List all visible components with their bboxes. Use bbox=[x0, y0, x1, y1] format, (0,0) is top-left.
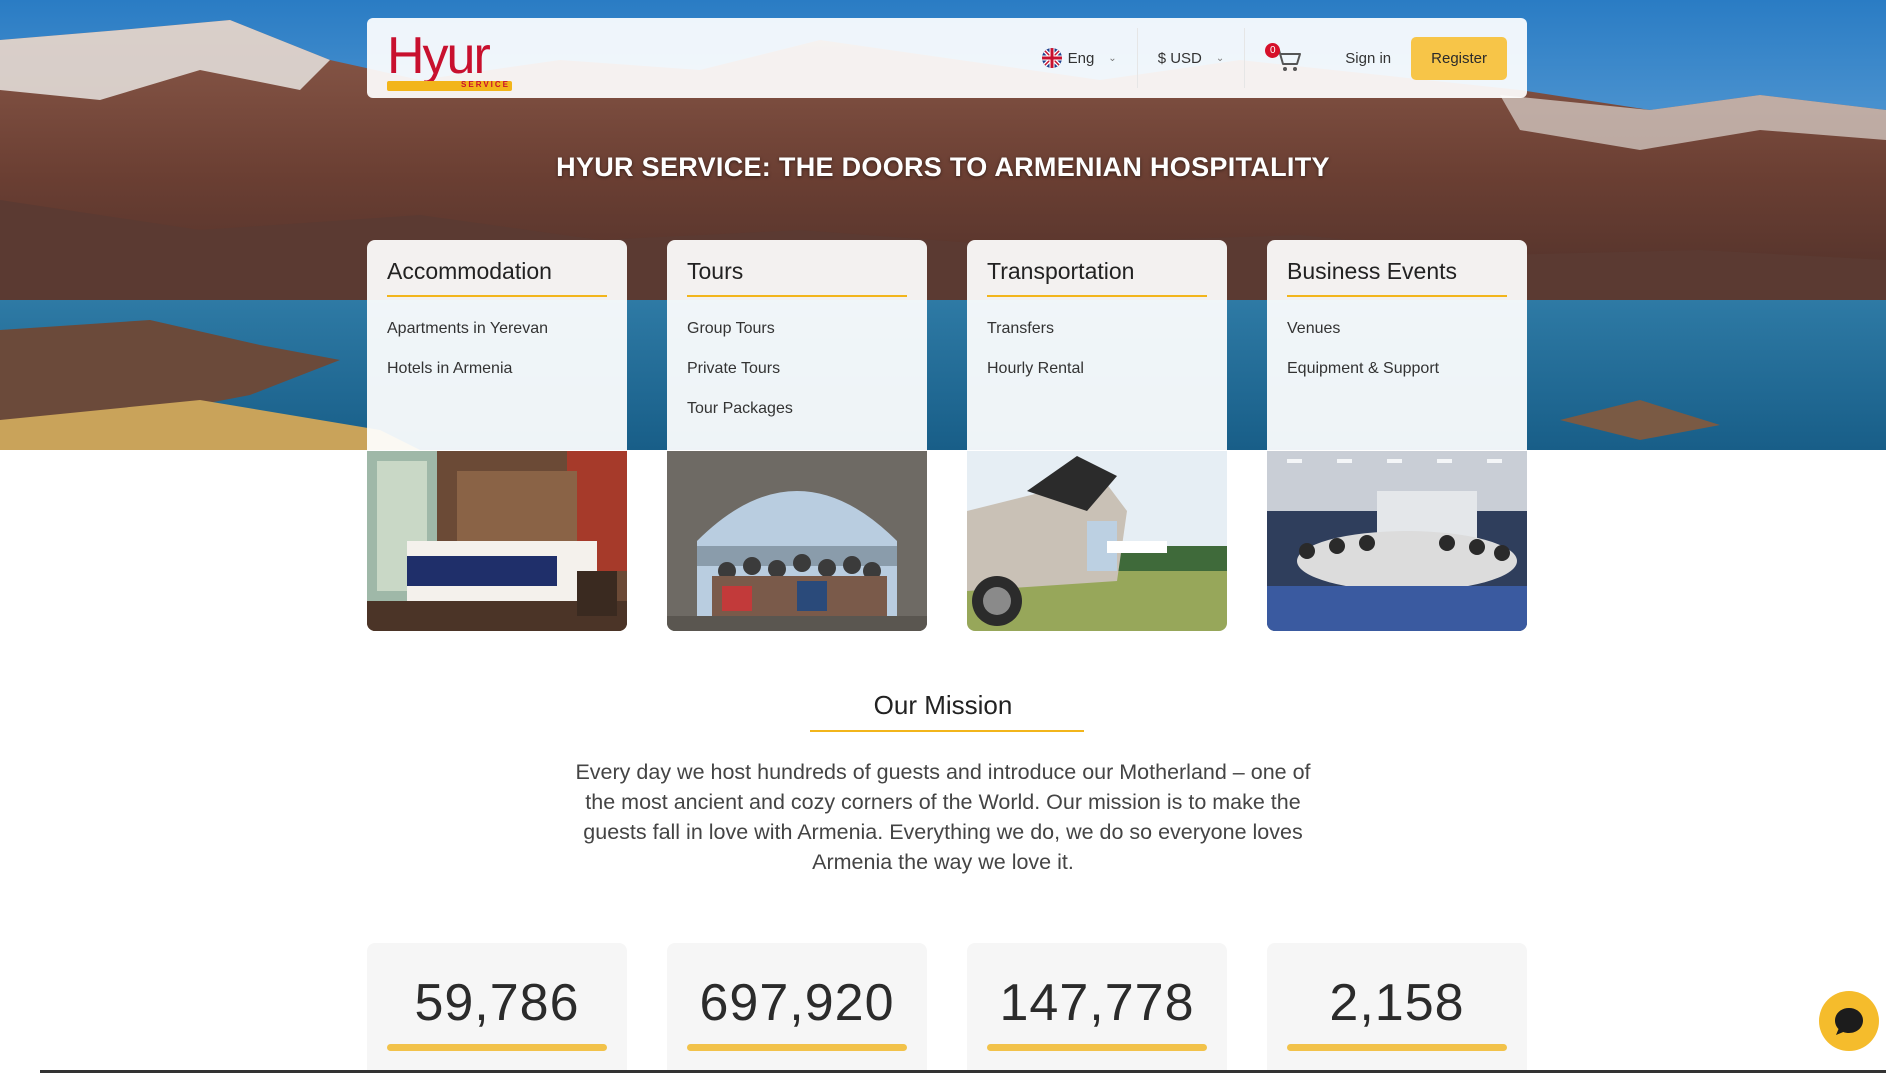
site-header: Hyur SERVICE Eng ⌄ $ USD ⌄ 0 Sign in Reg… bbox=[367, 18, 1527, 98]
currency-selector[interactable]: $ USD ⌄ bbox=[1138, 28, 1246, 88]
car-rental-image[interactable] bbox=[967, 451, 1227, 631]
language-label: Eng bbox=[1067, 49, 1095, 67]
chat-bubble-icon bbox=[1835, 1008, 1863, 1035]
chevron-down-icon: ⌄ bbox=[1215, 52, 1225, 64]
stat-underline bbox=[687, 1044, 907, 1051]
category-title[interactable]: Business Events bbox=[1287, 258, 1507, 297]
category-card-tours: Tours Group Tours Private Tours Tour Pac… bbox=[667, 240, 927, 450]
link-tour-packages[interactable]: Tour Packages bbox=[687, 400, 907, 418]
link-equipment-support[interactable]: Equipment & Support bbox=[1287, 360, 1507, 378]
stat-underline bbox=[987, 1044, 1207, 1051]
hyur-logo[interactable]: Hyur SERVICE bbox=[387, 26, 512, 91]
link-hotels-in-armenia[interactable]: Hotels in Armenia bbox=[387, 360, 607, 378]
category-title[interactable]: Transportation bbox=[987, 258, 1207, 297]
stat-card: 59,786 bbox=[367, 943, 627, 1073]
uk-flag-icon bbox=[1041, 48, 1062, 68]
cart-button[interactable]: 0 bbox=[1245, 28, 1325, 88]
link-hourly-rental[interactable]: Hourly Rental bbox=[987, 360, 1207, 378]
link-group-tours[interactable]: Group Tours bbox=[687, 320, 907, 338]
category-card-accommodation: Accommodation Apartments in Yerevan Hote… bbox=[367, 240, 627, 450]
chevron-down-icon: ⌄ bbox=[1108, 52, 1117, 64]
link-private-tours[interactable]: Private Tours bbox=[687, 360, 907, 378]
stat-value: 147,778 bbox=[999, 974, 1195, 1032]
conference-venue-image[interactable] bbox=[1267, 451, 1527, 631]
stat-underline bbox=[1287, 1044, 1507, 1051]
link-transfers[interactable]: Transfers bbox=[987, 320, 1207, 338]
mission-text: Every day we host hundreds of guests and… bbox=[575, 760, 1311, 874]
stat-card: 697,920 bbox=[667, 943, 927, 1073]
link-venues[interactable]: Venues bbox=[1287, 320, 1507, 338]
stat-value: 59,786 bbox=[414, 974, 580, 1032]
stat-card: 2,158 bbox=[1267, 943, 1527, 1073]
header-controls: Eng ⌄ $ USD ⌄ 0 Sign in Register bbox=[1022, 18, 1507, 98]
hotel-room-image[interactable] bbox=[367, 451, 627, 631]
hero-title: HYUR SERVICE: THE DOORS TO ARMENIAN HOSP… bbox=[556, 152, 1330, 182]
category-card-business-events: Business Events Venues Equipment & Suppo… bbox=[1267, 240, 1527, 450]
stat-value: 2,158 bbox=[1329, 974, 1465, 1032]
sign-in-link[interactable]: Sign in bbox=[1325, 50, 1411, 67]
category-title[interactable]: Tours bbox=[687, 258, 907, 297]
mission-divider bbox=[810, 730, 1084, 732]
stat-underline bbox=[387, 1044, 607, 1051]
logo-subtext: SERVICE bbox=[461, 80, 510, 89]
logo-wordmark: Hyur bbox=[387, 27, 491, 85]
register-button[interactable]: Register bbox=[1411, 36, 1507, 80]
group-tour-image[interactable] bbox=[667, 451, 927, 631]
cart: 0 bbox=[1265, 43, 1305, 73]
language-selector[interactable]: Eng ⌄ bbox=[1022, 28, 1138, 88]
stat-card: 147,778 bbox=[967, 943, 1227, 1073]
category-title[interactable]: Accommodation bbox=[387, 258, 607, 297]
category-card-transportation: Transportation Transfers Hourly Rental bbox=[967, 240, 1227, 450]
mission-title: Our Mission bbox=[873, 690, 1013, 720]
currency-label: $ USD bbox=[1157, 49, 1202, 67]
stat-value: 697,920 bbox=[699, 974, 895, 1032]
chat-widget-button[interactable] bbox=[1819, 991, 1879, 1051]
link-apartments-in-yerevan[interactable]: Apartments in Yerevan bbox=[387, 320, 607, 338]
